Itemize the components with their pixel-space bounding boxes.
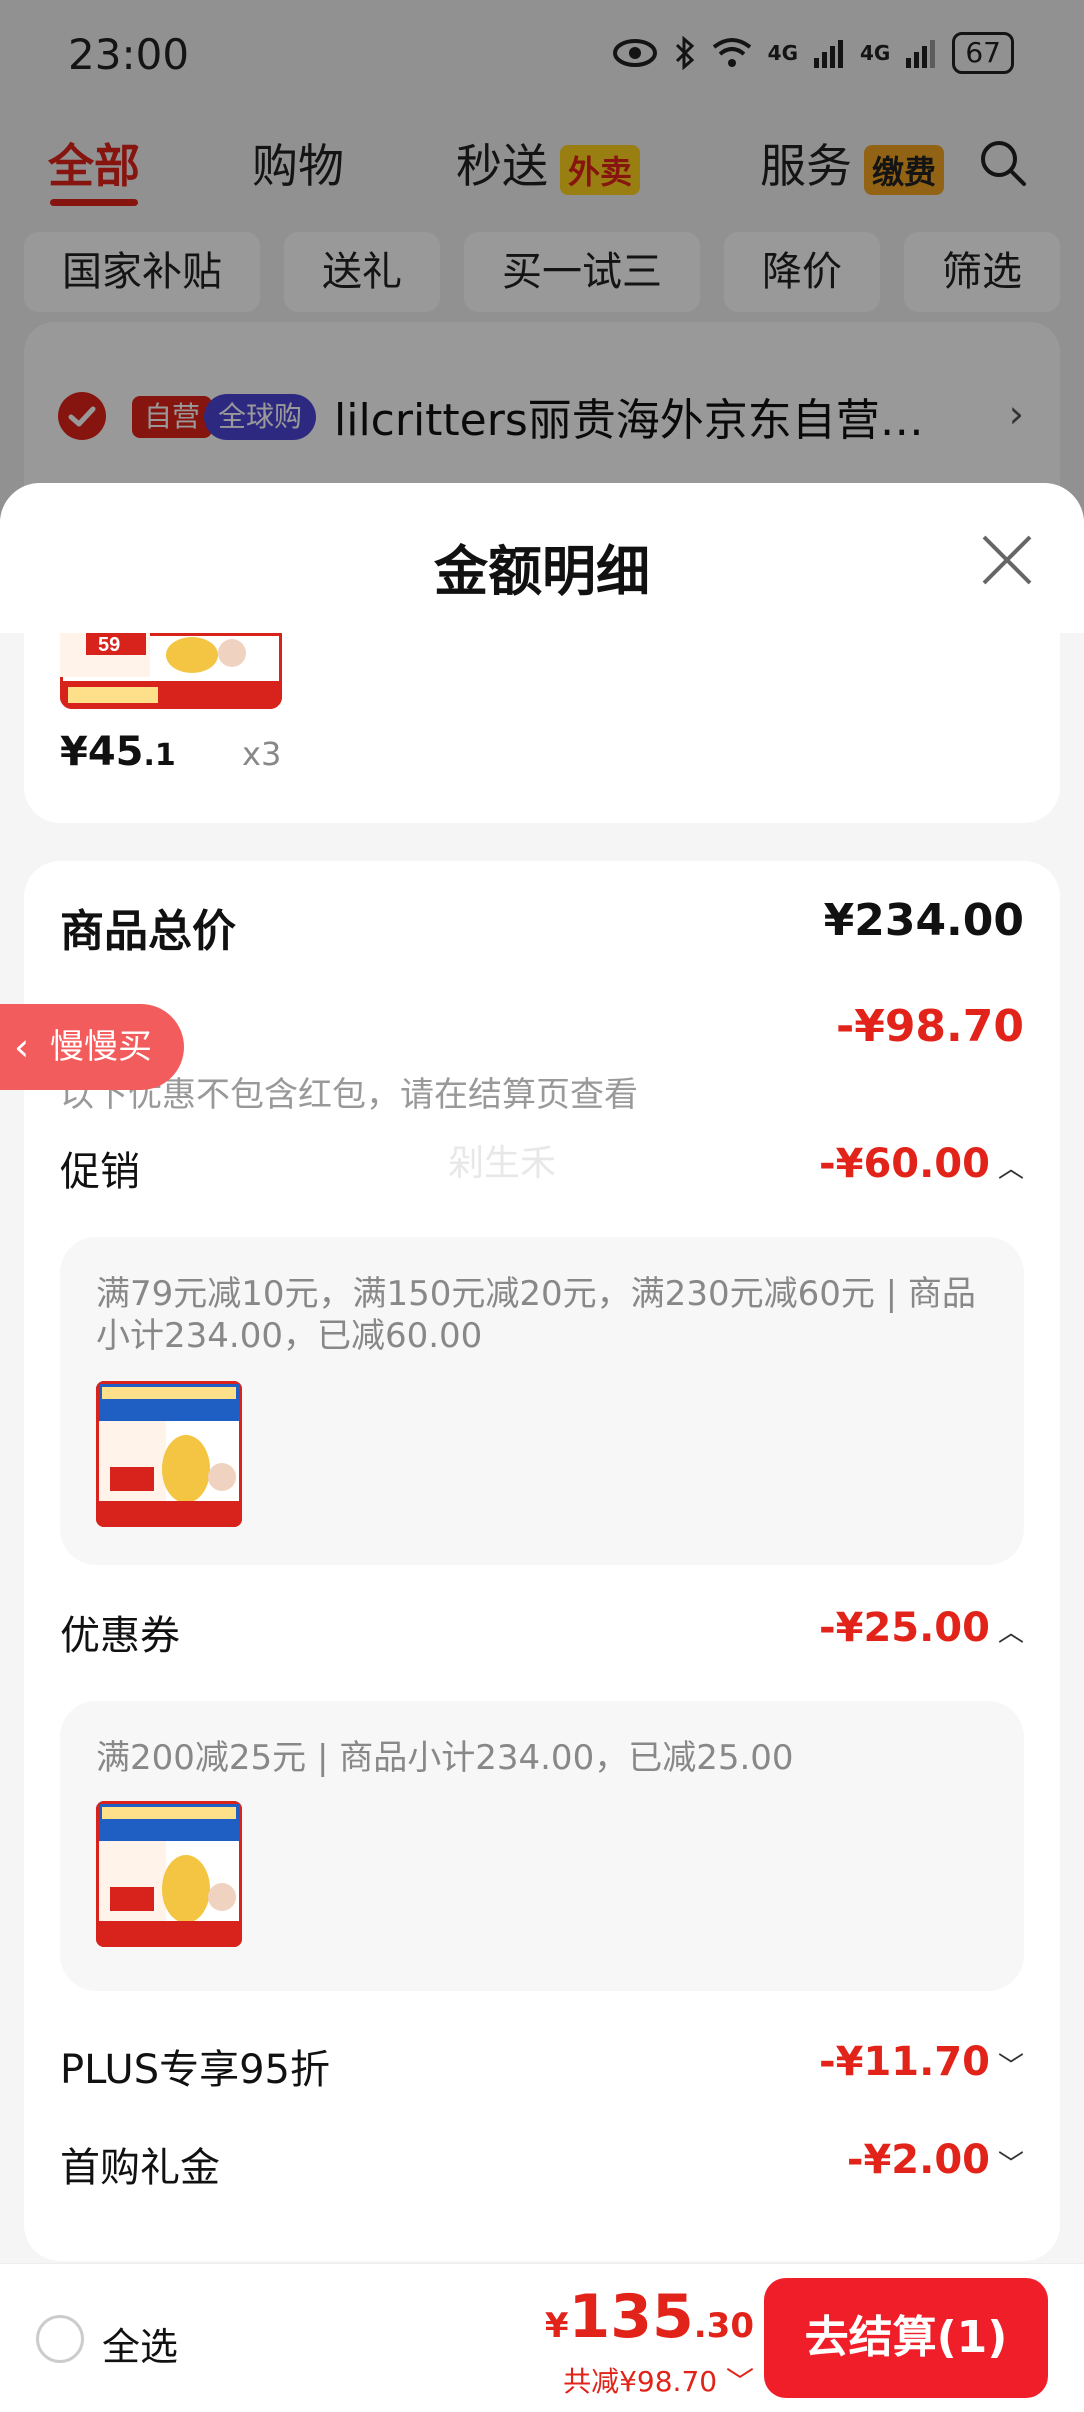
total-price-label: 商品总价 (60, 906, 236, 957)
first-purchase-gift-toggle[interactable]: -¥2.00 ﹀ (847, 2137, 1024, 2183)
promo-value: -¥60.00 (819, 1141, 990, 1187)
chevron-down-icon: ﹀ (997, 2149, 1024, 2180)
close-icon[interactable] (980, 533, 1034, 587)
unit-price-dec: .1 (143, 738, 176, 773)
promo-detail-box: 满79元减10元，满150元减20元，满230元减60元 | 商品小计234.0… (60, 1237, 1024, 1565)
price-summary-card: 商品总价 ¥234.00 共减 -¥98.70 以下优惠不包含红包，请在结算页查… (24, 861, 1060, 2261)
chevron-left-icon: ‹ (14, 1025, 30, 1069)
currency-symbol: ¥ (544, 2306, 569, 2346)
coupon-label: 优惠券 (60, 1613, 180, 1659)
discount-value: -¥98.70 (835, 1001, 1024, 1052)
select-all-label[interactable]: 全选 (102, 2316, 178, 2371)
unit-price-int: ¥45 (60, 729, 144, 775)
chevron-up-icon: ︿ (997, 1617, 1024, 1648)
total-price-value: ¥234.00 (823, 895, 1024, 946)
promo-product-thumbnail[interactable] (96, 1381, 242, 1527)
price-tracker-float-button[interactable]: ‹ 慢慢买 (0, 1004, 184, 1090)
payable-price-int: 135 (568, 2282, 694, 2352)
chevron-up-icon: ︿ (997, 1153, 1024, 1184)
sheet-title: 金额明细 (434, 540, 650, 603)
checkout-bar: 全选 ¥135.30 共减¥98.70 ﹀ 去结算(1) (0, 2263, 1084, 2412)
product-thumbnail[interactable]: 59 (60, 633, 282, 709)
promo-label: 促销 (60, 1149, 140, 1195)
payable-price: ¥135.30 (545, 2282, 754, 2352)
sheet-header: 金额明细 (0, 483, 1084, 633)
thumb-price: 59 (98, 634, 120, 656)
chevron-down-icon: ﹀ (725, 2365, 754, 2398)
payable-price-dec: .30 (693, 2306, 754, 2346)
product-unit-price: ¥45.1 (60, 729, 176, 775)
plus-discount-label: PLUS专享95折 (60, 2047, 330, 2093)
saved-amount: 共减¥98.70 (563, 2365, 718, 2398)
select-all-checkbox[interactable] (36, 2315, 84, 2363)
plus-discount-toggle[interactable]: -¥11.70 ﹀ (819, 2039, 1024, 2085)
chevron-down-icon: ﹀ (997, 2051, 1024, 2082)
saved-amount-toggle[interactable]: 共减¥98.70 ﹀ (563, 2360, 754, 2400)
product-card: 59 ¥45.1 x3 (24, 633, 1060, 823)
product-quantity: x3 (242, 735, 282, 773)
coupon-value: -¥25.00 (819, 1605, 990, 1651)
plus-discount-value: -¥11.70 (819, 2039, 990, 2085)
checkout-button[interactable]: 去结算(1) (764, 2278, 1048, 2398)
amount-detail-sheet: 金额明细 59 ¥45.1 x3 商品总价 ¥234.00 共减 -¥98.70 (0, 483, 1084, 2263)
promo-detail-text: 满79元减10元，满150元减20元，满230元减60元 | 商品小计234.0… (96, 1274, 976, 1356)
first-purchase-gift-label: 首购礼金 (60, 2145, 220, 2191)
coupon-detail-text: 满200减25元 | 商品小计234.00，已减25.00 (96, 1738, 794, 1778)
coupon-detail-box: 满200减25元 | 商品小计234.00，已减25.00 (60, 1701, 1024, 1991)
coupon-row-toggle[interactable]: -¥25.00 ︿ (819, 1605, 1024, 1651)
watermark: 剁生禾 (448, 1143, 557, 1184)
float-button-label: 慢慢买 (50, 1027, 152, 1067)
coupon-product-thumbnail[interactable] (96, 1801, 242, 1947)
first-purchase-gift-value: -¥2.00 (846, 2137, 990, 2183)
promo-row-toggle[interactable]: -¥60.00 ︿ (819, 1141, 1024, 1187)
